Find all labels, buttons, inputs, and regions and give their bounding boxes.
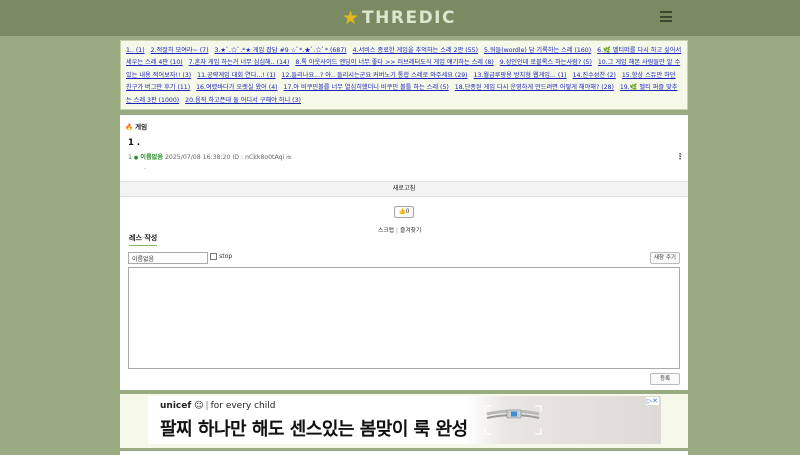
response-meta: 2025/07/08 16:38:20 ID : nCkk8o0tAqi bbox=[165, 154, 285, 161]
response-meta-suffix: rb bbox=[286, 155, 292, 161]
thread-link[interactable]: 20.음직 하고픈데 둘 어디서 구해야 하니 (3) bbox=[185, 97, 301, 104]
thread-link[interactable]: 1.. (1) bbox=[126, 47, 145, 54]
thread-link[interactable]: 13.월급루팡용 방치형 웹게임... (1) bbox=[474, 72, 567, 79]
thread-link[interactable]: 9.성인인데 로블록스 하는사람? (5) bbox=[500, 59, 592, 66]
next-section bbox=[120, 451, 688, 455]
bracelet-image bbox=[484, 405, 542, 435]
new-window-button[interactable]: 새창 주기 bbox=[650, 252, 680, 264]
thread-link[interactable]: 14.진수성찬 (2) bbox=[573, 72, 616, 79]
response-number[interactable]: 1 bbox=[128, 154, 132, 161]
thread-link[interactable]: 5.워들(wordle) 답 기록하는 스레 (160) bbox=[484, 47, 591, 54]
more-options-icon[interactable]: ⋮ bbox=[676, 152, 684, 161]
divider: | bbox=[396, 228, 398, 234]
ad-banner[interactable]: unicef ☺ | for every child 팔찌 하나만 해도 센스있는 … bbox=[148, 396, 661, 444]
like-button[interactable]: 👍0 bbox=[394, 206, 414, 218]
stop-option[interactable]: stop bbox=[210, 253, 232, 260]
thread-list: 1.. (1) 2.적절히 모여라~ (7) 3.★ﾟ.☆ﾟ.*★ 게임 잡담 … bbox=[120, 40, 688, 110]
star-icon: ★ bbox=[342, 7, 360, 29]
name-input[interactable] bbox=[128, 252, 208, 264]
site-logo[interactable]: ★ THREDIC bbox=[342, 7, 456, 29]
thread-title: 1 . bbox=[128, 138, 141, 148]
fire-icon: 🔥 bbox=[125, 123, 134, 131]
top-bar: ★ THREDIC bbox=[0, 0, 800, 36]
board-label[interactable]: 🔥 게임 bbox=[125, 121, 147, 131]
thread-link[interactable]: 12.들리나요...? 아.. 들리시는군요 커버노기 통합 스레로 와주세요 … bbox=[282, 72, 468, 79]
thread-link[interactable]: 4.서비스 종료한 게임을 추억하는 스레 2판 (55) bbox=[353, 47, 478, 54]
thread-link[interactable]: 11.공략게임 대회 연다...! (1) bbox=[197, 72, 275, 79]
refresh-button[interactable]: 새로고침 bbox=[120, 181, 688, 197]
response-mark: ● bbox=[133, 155, 139, 161]
stop-checkbox[interactable] bbox=[210, 253, 217, 260]
response-body: . bbox=[144, 164, 146, 171]
thread-link[interactable]: 2.적절히 모여라~ (7) bbox=[151, 47, 209, 54]
response-textarea[interactable] bbox=[128, 267, 680, 369]
response-header: 1 ● 이름없음 2025/07/08 16:38:20 ID : nCkk8o… bbox=[128, 152, 291, 161]
stop-label: stop bbox=[219, 253, 233, 260]
ad-headline: 팔찌 하나만 해도 센스있는 봄맞이 룩 완성 bbox=[160, 419, 468, 440]
thread-link[interactable]: 18.단종된 게임 다시 운영하게 만드려면 어떻게 해야해? (28) bbox=[455, 84, 614, 91]
thread-post: 🔥 게임 1 . 1 ● 이름없음 2025/07/08 16:38:20 ID … bbox=[120, 115, 688, 390]
write-section-title: 레스 작성 bbox=[129, 233, 158, 246]
adchoices-icon[interactable]: ▷✕ bbox=[645, 397, 659, 405]
unicef-logo-icon: ☺ bbox=[194, 401, 204, 411]
scrap-link[interactable]: 스크랩 bbox=[378, 228, 394, 234]
bookmark-link[interactable]: 즐겨찾기 bbox=[400, 228, 421, 234]
thread-link[interactable]: 16.여렸바다가 오랫실 왔어 (4) bbox=[196, 84, 277, 91]
ad-brand: unicef ☺ | for every child bbox=[160, 401, 276, 411]
thread-actions: 스크랩 | 즐겨찾기 bbox=[378, 225, 421, 234]
submit-button[interactable]: 등록 bbox=[650, 373, 680, 385]
ad-container: unicef ☺ | for every child 팔찌 하나만 해도 센스있는 … bbox=[120, 394, 688, 448]
hamburger-icon[interactable] bbox=[660, 11, 672, 22]
like-count: 0 bbox=[405, 209, 410, 215]
author-name: 이름없음 bbox=[140, 154, 164, 161]
site-name: THREDIC bbox=[362, 8, 456, 28]
thread-link[interactable]: 8.톡 아웃사이드 엔딩이 너무 좋다 >> 러브레터도식 게임 얘기하는 스레… bbox=[295, 59, 493, 66]
thumbs-up-icon: 👍 bbox=[398, 209, 406, 215]
thread-link[interactable]: 7.혼자 게임 하는거 너무 심심해.. (14) bbox=[189, 59, 290, 66]
thread-link[interactable]: 3.★ﾟ.☆ﾟ.*★ 게임 잡담 #9 ☆ﾟ*.★ﾟ.☆ﾟ* (687) bbox=[215, 47, 347, 54]
thread-link[interactable]: 17.아 비쿠민볼를 너무 열심히했더니 비쿠민 볼톨 하는 스레 (5) bbox=[284, 84, 449, 91]
